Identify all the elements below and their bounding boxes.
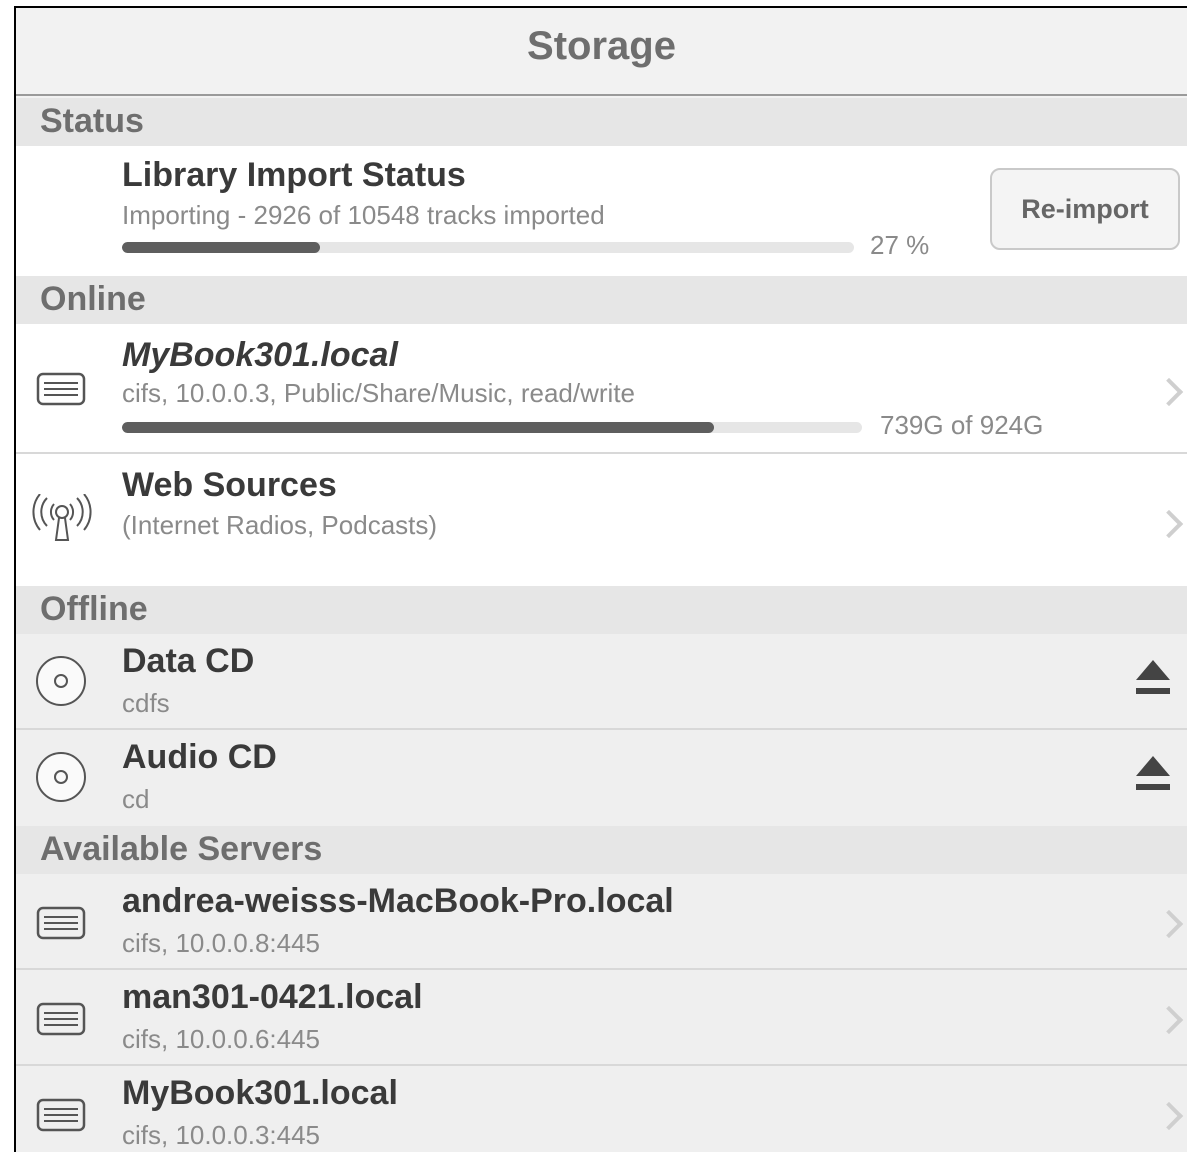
disk-usage-bar	[122, 422, 862, 433]
server-row[interactable]: MyBook301.local cifs, 10.0.0.3:445	[16, 1066, 1187, 1152]
chevron-right-icon	[1154, 1101, 1184, 1131]
import-progress-label: 27 %	[870, 230, 930, 260]
row-title: Library Import Status	[122, 156, 466, 194]
row-title: Web Sources	[122, 466, 337, 504]
row-title: Data CD	[122, 642, 255, 680]
cd-icon	[34, 750, 88, 809]
section-header-online: Online	[16, 276, 1187, 324]
section-header-available-servers: Available Servers	[16, 826, 1187, 874]
row-subtitle: cd	[122, 784, 150, 814]
online-source-row-mybook[interactable]: MyBook301.local cifs, 10.0.0.3, Public/S…	[16, 324, 1187, 454]
server-icon	[36, 1002, 86, 1041]
section-title: Available Servers	[40, 830, 323, 868]
row-subtitle: cifs, 10.0.0.3:445	[122, 1120, 321, 1150]
row-subtitle: cifs, 10.0.0.6:445	[122, 1024, 321, 1054]
online-source-row-web-sources[interactable]: Web Sources (Internet Radios, Podcasts)	[16, 454, 1187, 586]
row-title: Audio CD	[122, 738, 277, 776]
row-subtitle: cifs, 10.0.0.3, Public/Share/Music, read…	[122, 378, 636, 408]
chevron-right-icon	[1154, 1005, 1184, 1035]
row-subtitle: cifs, 10.0.0.8:445	[122, 928, 321, 958]
offline-device-row-audio-cd[interactable]: Audio CD cd	[16, 730, 1187, 826]
disk-usage-fill	[122, 422, 714, 433]
server-row[interactable]: man301-0421.local cifs, 10.0.0.6:445	[16, 970, 1187, 1066]
section-header-status: Status	[16, 98, 1187, 146]
storage-screen: Storage Status Library Import Status Imp…	[14, 6, 1187, 1152]
chevron-right-icon	[1154, 377, 1184, 407]
server-icon	[36, 1098, 86, 1137]
disk-usage-label: 739G of 924G	[880, 410, 1044, 440]
chevron-right-icon	[1154, 509, 1184, 539]
import-progress-fill	[122, 242, 320, 253]
import-progress-bar	[122, 242, 854, 253]
section-title: Status	[40, 102, 144, 140]
row-title: MyBook301.local	[122, 1074, 398, 1112]
section-title: Online	[40, 280, 146, 318]
eject-icon[interactable]	[1136, 660, 1170, 696]
row-subtitle: (Internet Radios, Podcasts)	[122, 510, 438, 540]
offline-device-row-data-cd[interactable]: Data CD cdfs	[16, 634, 1187, 730]
server-row[interactable]: andrea-weisss-MacBook-Pro.local cifs, 10…	[16, 874, 1187, 970]
row-title: andrea-weisss-MacBook-Pro.local	[122, 882, 674, 920]
antenna-icon	[32, 493, 92, 549]
navigation-bar: Storage	[16, 8, 1187, 96]
reimport-button[interactable]: Re-import	[990, 168, 1180, 250]
server-icon	[36, 906, 86, 945]
server-icon	[36, 372, 86, 411]
chevron-right-icon	[1154, 909, 1184, 939]
row-title: MyBook301.local	[122, 336, 398, 374]
section-title: Offline	[40, 590, 148, 628]
row-title: man301-0421.local	[122, 978, 423, 1016]
cd-icon	[34, 654, 88, 713]
row-subtitle: Importing - 2926 of 10548 tracks importe…	[122, 200, 605, 230]
row-subtitle: cdfs	[122, 688, 170, 718]
page-title: Storage	[527, 24, 676, 68]
section-header-offline: Offline	[16, 586, 1187, 634]
eject-icon[interactable]	[1136, 756, 1170, 792]
